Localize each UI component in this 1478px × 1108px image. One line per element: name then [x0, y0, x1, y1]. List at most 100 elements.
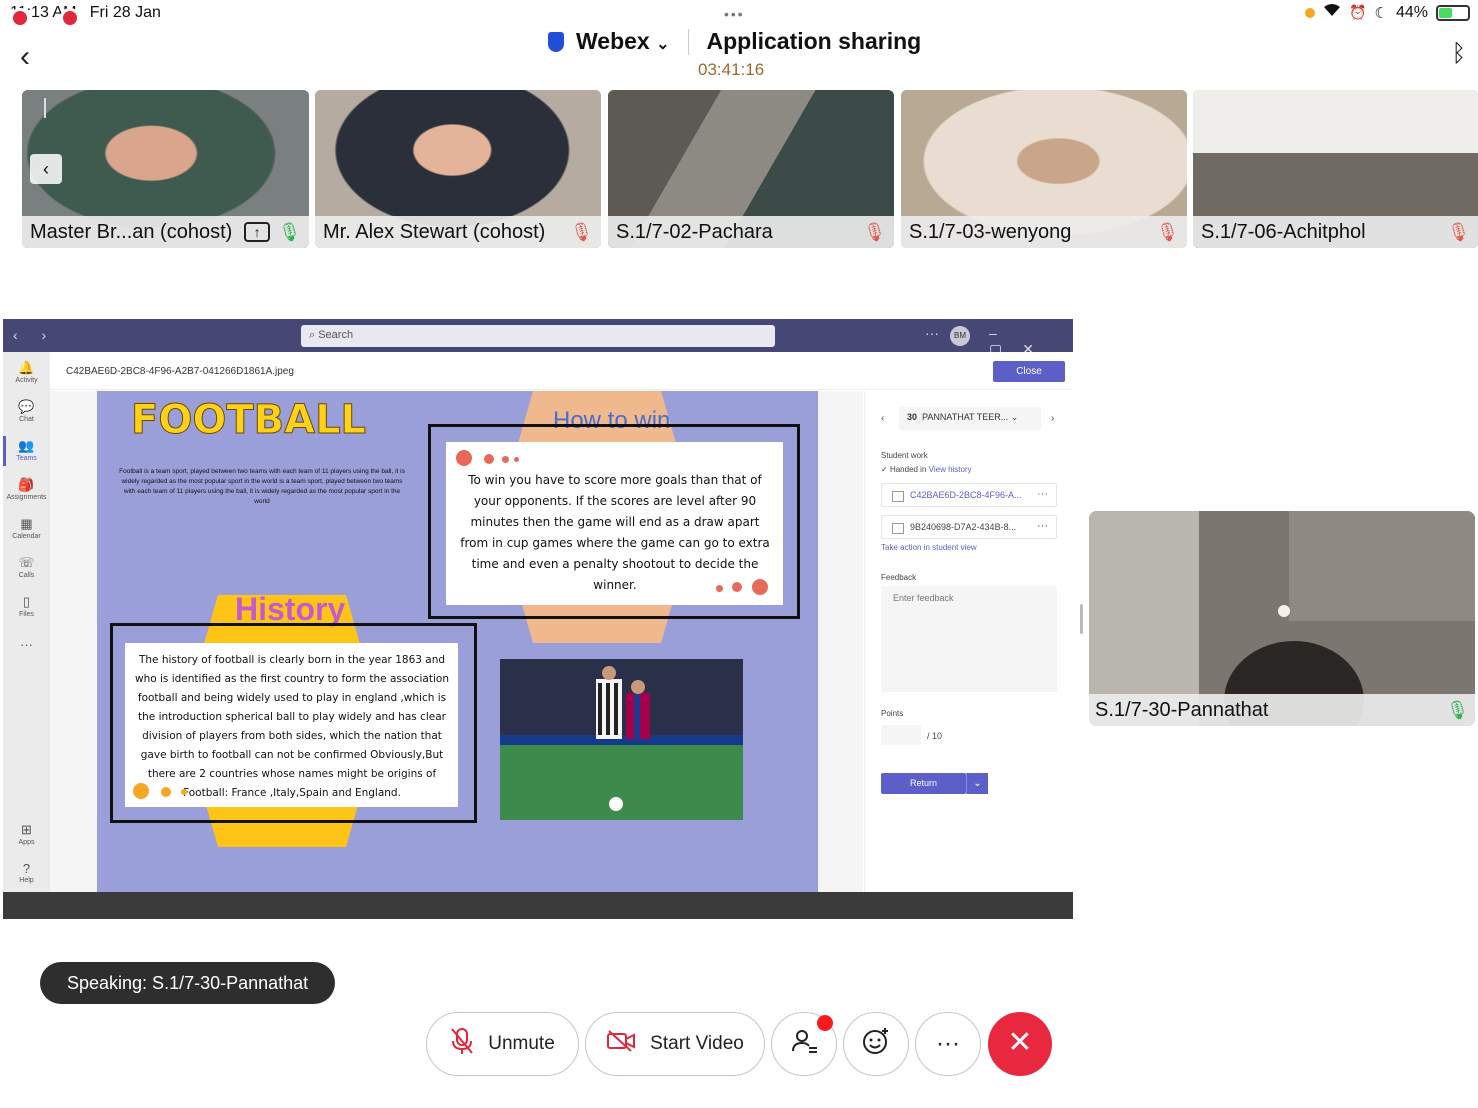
- slide-title: FOOTBALL: [130, 397, 367, 444]
- wifi-icon: [1323, 3, 1341, 22]
- back-button[interactable]: ‹: [20, 40, 30, 74]
- grading-panel: ‹ 30 PANNATHAT TEER... ⌄ › Student work …: [864, 391, 1073, 892]
- student-selector[interactable]: 30 PANNATHAT TEER... ⌄: [899, 407, 1041, 430]
- participant-tile[interactable]: S.1/7-06-Achitphol 🎙: [1193, 90, 1478, 248]
- share-bottom-band: [3, 892, 1073, 919]
- feedback-label: Feedback: [881, 573, 917, 582]
- speaker-name: S.1/7-30-Pannathat: [1095, 698, 1269, 721]
- more-icon[interactable]: ···: [1037, 520, 1048, 532]
- status-bar: 11:13 AM Fri 28 Jan ••• ⏰ ☾ 44%: [0, 0, 1478, 26]
- shield-icon: [548, 31, 564, 52]
- status-time: 11:13 AM Fri 28 Jan: [10, 4, 161, 21]
- avatar[interactable]: BM: [950, 326, 970, 346]
- more-icon: ···: [20, 637, 33, 652]
- strip-back-button[interactable]: ‹: [30, 154, 62, 184]
- rail-chat[interactable]: 💬 Chat: [3, 399, 50, 423]
- more-options-button[interactable]: ···: [915, 1012, 981, 1076]
- multitask-dots[interactable]: •••: [724, 6, 745, 22]
- student-work-label: Student work: [881, 451, 928, 460]
- reactions-button[interactable]: [843, 1012, 909, 1076]
- more-icon[interactable]: ···: [1037, 488, 1048, 500]
- rail-teams[interactable]: 👥 Teams: [3, 436, 50, 466]
- deco-dot: [716, 585, 723, 592]
- recording-icon[interactable]: [10, 8, 30, 28]
- rail-more[interactable]: ···: [3, 637, 50, 653]
- participant-name: Mr. Alex Stewart (cohost): [323, 220, 546, 243]
- feedback-input[interactable]: Enter feedback: [881, 586, 1057, 692]
- chat-icon: 💬: [18, 399, 35, 414]
- mic-muted-icon: 🎙: [1447, 221, 1470, 242]
- apps-icon: ⊞: [21, 822, 32, 837]
- phone-icon: ☏: [18, 555, 35, 570]
- unmute-label: Unmute: [488, 1033, 555, 1054]
- points-max: / 10: [927, 731, 943, 741]
- video-off-icon: [606, 1029, 636, 1060]
- more-icon[interactable]: ···: [925, 325, 939, 341]
- prev-student-icon[interactable]: ‹: [881, 413, 884, 424]
- active-speaker-video[interactable]: S.1/7-30-Pannathat 🎙: [1089, 511, 1475, 726]
- reaction-icon: [862, 1027, 890, 1062]
- meeting-header: Webex ⌄ Application sharing: [548, 28, 921, 55]
- meeting-timer: 03:41:16: [698, 60, 765, 79]
- battery-icon: [1436, 4, 1470, 21]
- status-icons: ⏰ ☾ 44%: [1305, 3, 1470, 22]
- view-history-link[interactable]: View history: [929, 465, 972, 474]
- file-preview: FOOTBALL Football is a team sport, playe…: [50, 391, 863, 892]
- deco-dot: [484, 454, 494, 464]
- mic-muted-icon: [450, 1027, 474, 1062]
- resize-handle[interactable]: [1080, 604, 1083, 634]
- start-video-button[interactable]: Start Video: [585, 1012, 765, 1076]
- speaking-indicator: Speaking: S.1/7-30-Pannathat: [40, 962, 336, 1004]
- record-button-icon[interactable]: [60, 8, 80, 28]
- rail-calls[interactable]: ☏ Calls: [3, 555, 50, 579]
- rail-files[interactable]: ▯ Files: [3, 594, 50, 618]
- participant-name: S.1/7-02-Pachara: [616, 220, 773, 243]
- rail-calendar[interactable]: ▦ Calendar: [3, 516, 50, 540]
- rail-activity[interactable]: 🔔 Activity: [3, 360, 50, 384]
- calendar-icon: ▦: [20, 516, 33, 531]
- file-icon: ▯: [22, 594, 31, 609]
- take-action-link[interactable]: Take action in student view: [881, 543, 977, 552]
- mic-on-icon: 🎙: [278, 221, 301, 242]
- slide-intro-text: Football is a team sport, played between…: [119, 468, 405, 505]
- file-viewer-bar: C42BAE6D-2BC8-4F96-A2B7-041266D1861A.jpe…: [50, 352, 1073, 390]
- slide-image: FOOTBALL Football is a team sport, playe…: [97, 391, 818, 892]
- attachment-item[interactable]: 9B240698-D7A2-434B-8... ···: [881, 515, 1057, 539]
- app-switcher[interactable]: Webex ⌄: [576, 28, 670, 55]
- return-button[interactable]: Return: [881, 773, 966, 794]
- deco-dot: [502, 456, 509, 463]
- participant-tile[interactable]: S.1/7-02-Pachara 🎙: [608, 90, 894, 248]
- deco-dot: [456, 450, 472, 466]
- alarm-icon: ⏰: [1349, 4, 1367, 20]
- unmute-button[interactable]: Unmute: [426, 1012, 579, 1076]
- share-icon: ↑: [244, 222, 271, 242]
- attachment-item[interactable]: C42BAE6D-2BC8-4F96-A... ···: [881, 483, 1057, 507]
- end-call-button[interactable]: ✕: [988, 1012, 1052, 1076]
- bell-icon: 🔔: [18, 360, 35, 375]
- shared-screen[interactable]: ‹ › ⌕ Search ··· BM –▢✕ 🔔 Activity 💬 Chat …: [3, 319, 1073, 919]
- notification-badge: [817, 1015, 833, 1031]
- return-options-chevron-icon[interactable]: ⌄: [966, 773, 988, 794]
- history-card: The history of football is clearly born …: [125, 643, 458, 807]
- participant-tile[interactable]: S.1/7-03-wenyong 🎙: [901, 90, 1187, 248]
- rail-apps[interactable]: ⊞ Apps: [3, 822, 50, 846]
- nav-arrows[interactable]: ‹ ›: [13, 327, 56, 343]
- howto-card: To win you have to score more goals than…: [446, 442, 783, 605]
- deco-dot: [133, 783, 149, 799]
- moon-icon: ☾: [1374, 4, 1388, 22]
- rail-assignments[interactable]: 🎒 Assignments: [3, 477, 50, 501]
- mic-on-icon: 🎙: [1446, 699, 1469, 720]
- bluetooth-icon[interactable]: ᛒ: [1452, 40, 1466, 68]
- mic-in-use-dot: [1305, 7, 1316, 18]
- points-input[interactable]: [881, 725, 921, 745]
- close-button[interactable]: Close: [993, 361, 1065, 382]
- next-student-icon[interactable]: ›: [1051, 413, 1054, 424]
- teams-search-input[interactable]: ⌕ Search: [301, 325, 775, 347]
- participant-tile[interactable]: Mr. Alex Stewart (cohost) 🎙: [315, 90, 601, 248]
- meeting-title: Application sharing: [706, 28, 922, 54]
- start-video-label: Start Video: [650, 1033, 744, 1054]
- rail-help[interactable]: ? Help: [3, 861, 50, 884]
- backpack-icon: 🎒: [18, 477, 35, 492]
- deco-dot: [161, 787, 171, 797]
- participant-tile[interactable]: Master Br...an (cohost) ↑ 🎙: [22, 90, 309, 248]
